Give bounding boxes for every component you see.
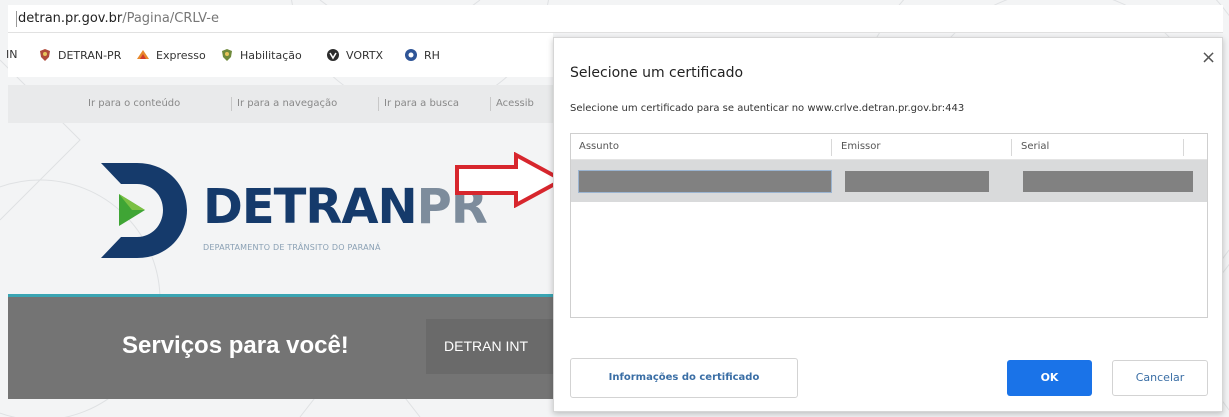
column-divider [1183, 139, 1184, 156]
bookmark-expresso[interactable]: Expresso [136, 48, 206, 62]
column-header-assunto[interactable]: Assunto [571, 134, 831, 160]
bookmark-label: DETRAN-PR [58, 48, 122, 62]
vortx-icon [327, 49, 339, 61]
cancel-button[interactable]: Cancelar [1112, 360, 1208, 396]
divider [231, 97, 232, 111]
dialog-subtitle: Selecione um certificado para se autenti… [570, 103, 965, 114]
coat-of-arms-icon [222, 49, 232, 61]
certificate-dialog: Selecione um certificado × Selecione um … [553, 37, 1223, 412]
redacted-cell-assunto [578, 170, 832, 193]
ok-button[interactable]: OK [1007, 360, 1092, 396]
url-path: /Pagina/CRLV-e [122, 11, 219, 26]
certificate-table: Assunto Emissor Serial [570, 133, 1208, 318]
address-bar[interactable]: detran.pr.gov.br/Pagina/CRLV-e [8, 5, 1223, 33]
certificate-info-button[interactable]: Informações do certificado [570, 358, 798, 398]
bookmark-rh[interactable]: RH [404, 48, 440, 62]
expresso-icon [137, 50, 149, 59]
divider [490, 97, 491, 111]
address-bar-divider [16, 11, 17, 27]
redacted-cell-emissor [845, 171, 989, 192]
coat-of-arms-icon [40, 49, 50, 61]
column-header-serial[interactable]: Serial [1013, 134, 1183, 160]
column-header-emissor[interactable]: Emissor [833, 134, 1013, 160]
blue-circle-icon [405, 49, 417, 61]
skip-links-bar: Ir para o conteúdo Ir para a navegação I… [8, 85, 553, 123]
dialog-title: Selecione um certificado [570, 65, 744, 81]
detran-logo-icon [101, 163, 187, 258]
bookmark-label: IN [6, 48, 18, 61]
column-divider [1011, 139, 1012, 156]
skip-link-search[interactable]: Ir para a busca [384, 98, 459, 109]
bookmark-in[interactable]: IN [6, 48, 17, 61]
bookmark-label: RH [424, 48, 440, 62]
logo-subtitle: DEPARTAMENTO DE TRÂNSITO DO PARANÁ [203, 243, 381, 252]
services-bar: Serviços para você! DETRAN INT [8, 297, 553, 399]
logo-detran: DETRAN [203, 179, 418, 235]
close-icon[interactable]: × [1201, 49, 1216, 67]
skip-link-navigation[interactable]: Ir para a navegação [237, 98, 337, 109]
skip-link-content[interactable]: Ir para o conteúdo [88, 98, 180, 109]
column-divider [831, 139, 832, 156]
logo-wordmark: DETRANPR [203, 183, 488, 231]
bookmark-label: VORTX [346, 48, 384, 62]
services-title: Serviços para você! [122, 332, 349, 359]
skip-link-accessibility[interactable]: Acessib [496, 98, 534, 109]
divider [378, 97, 379, 111]
redacted-cell-serial [1023, 171, 1193, 192]
table-row[interactable] [571, 160, 1207, 202]
bookmark-habilitacao[interactable]: Habilitação [220, 48, 302, 62]
arrow-right-icon [455, 152, 566, 208]
bookmarks-bar: IN DETRAN-PR Expresso Habilitação VORTX … [6, 33, 553, 77]
bookmark-label: Habilitação [240, 48, 302, 62]
detran-services-button[interactable]: DETRAN INT [426, 319, 553, 374]
bookmark-label: Expresso [156, 48, 206, 62]
table-header: Assunto Emissor Serial [571, 134, 1207, 160]
bookmark-vortx[interactable]: VORTX [326, 48, 383, 62]
url-host: detran.pr.gov.br [18, 11, 123, 26]
url-text: detran.pr.gov.br/Pagina/CRLV-e [18, 11, 219, 26]
bookmark-detran-pr[interactable]: DETRAN-PR [38, 48, 121, 62]
